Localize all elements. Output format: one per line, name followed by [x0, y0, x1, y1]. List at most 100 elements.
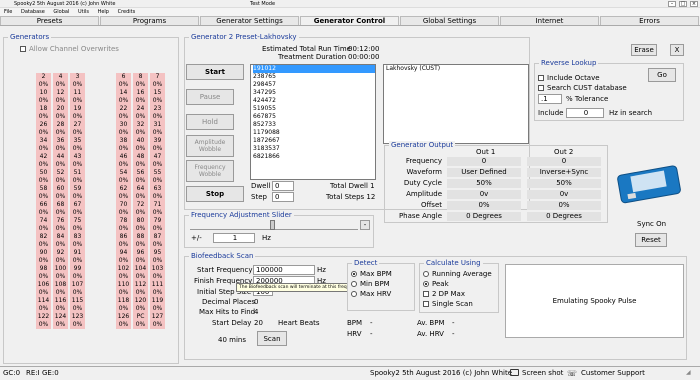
generator-number[interactable]: 46 [116, 153, 131, 161]
generator-number[interactable]: 7 [150, 73, 165, 81]
generator-progress[interactable]: 0% [150, 273, 165, 281]
generator-progress[interactable]: 0% [53, 161, 68, 169]
generator-number[interactable]: 99 [70, 265, 85, 273]
menu-database[interactable]: Database [21, 9, 45, 15]
amplitude-wobble-button[interactable]: Amplitude Wobble [186, 135, 234, 157]
generator-progress[interactable]: 0% [133, 161, 148, 169]
generator-number[interactable]: 23 [150, 105, 165, 113]
menu-file[interactable]: File [4, 9, 12, 15]
frequency-item[interactable]: 6821866 [253, 153, 375, 161]
generator-number[interactable]: 88 [133, 233, 148, 241]
generator-number[interactable]: 4 [53, 73, 68, 81]
generator-number[interactable]: 14 [116, 89, 131, 97]
frequency-item[interactable]: 298457 [253, 81, 375, 89]
menu-help[interactable]: Help [98, 9, 109, 15]
generator-number[interactable]: 70 [116, 201, 131, 209]
generator-progress[interactable]: 0% [53, 97, 68, 105]
generator-number[interactable]: 63 [150, 185, 165, 193]
generator-progress[interactable]: 0% [150, 177, 165, 185]
generator-number[interactable]: 18 [36, 105, 51, 113]
program-item[interactable]: Lakhovsky (CUST) [386, 65, 528, 73]
generator-progress[interactable]: 0% [36, 257, 51, 265]
maximize-icon[interactable]: □ [679, 1, 687, 7]
generator-progress[interactable]: 0% [116, 241, 131, 249]
pause-button[interactable]: Pause [186, 89, 234, 105]
slider-step-button[interactable]: - [360, 220, 370, 230]
generator-number[interactable]: 94 [116, 249, 131, 257]
generator-progress[interactable]: 0% [150, 209, 165, 217]
frequency-item[interactable]: 191012 [253, 65, 375, 73]
generator-progress[interactable]: 0% [150, 145, 165, 153]
generator-number[interactable]: 76 [53, 217, 68, 225]
frequency-list[interactable]: 191012 238765 298457 347295 424472 519055 6678… [250, 64, 376, 180]
generator-number[interactable]: 50 [36, 169, 51, 177]
generator-progress[interactable]: 0% [53, 273, 68, 281]
screenshot-button[interactable]: Screen shot [522, 367, 563, 379]
generator-number[interactable]: 39 [150, 137, 165, 145]
hold-button[interactable]: Hold [186, 114, 234, 130]
generator-progress[interactable]: 0% [150, 129, 165, 137]
generator-progress[interactable]: 0% [36, 305, 51, 313]
generator-progress[interactable]: 0% [36, 129, 51, 137]
generator-number[interactable]: 122 [36, 313, 51, 321]
generator-number[interactable]: 72 [133, 201, 148, 209]
generator-progress[interactable]: 0% [150, 257, 165, 265]
frequency-item[interactable]: 667875 [253, 113, 375, 121]
generator-progress[interactable]: 0% [133, 113, 148, 121]
tab-global-settings[interactable]: Global Settings [400, 16, 499, 25]
generator-progress[interactable]: 0% [150, 289, 165, 297]
generator-number[interactable]: 86 [116, 233, 131, 241]
generator-progress[interactable]: 0% [116, 81, 131, 89]
freq-step-input[interactable]: 1 [213, 233, 255, 243]
generator-number[interactable]: 52 [53, 169, 68, 177]
generator-number[interactable]: 27 [70, 121, 85, 129]
generator-number[interactable]: 75 [70, 217, 85, 225]
generator-number[interactable]: 91 [70, 249, 85, 257]
generator-progress[interactable]: 0% [116, 113, 131, 121]
generator-progress[interactable]: 0% [36, 97, 51, 105]
scan-button[interactable]: Scan [257, 331, 287, 346]
generator-progress[interactable]: 0% [133, 321, 148, 329]
detect-min-bpm[interactable]: Min BPM [351, 280, 390, 289]
go-button[interactable]: Go [648, 68, 676, 82]
generator-number[interactable]: 103 [150, 265, 165, 273]
generator-number[interactable]: 10 [36, 89, 51, 97]
frequency-item[interactable]: 1872667 [253, 137, 375, 145]
generator-number[interactable]: 92 [53, 249, 68, 257]
generator-number[interactable]: 38 [116, 137, 131, 145]
generator-progress[interactable]: 0% [150, 305, 165, 313]
generator-progress[interactable]: 0% [70, 225, 85, 233]
generator-progress[interactable]: 0% [36, 209, 51, 217]
menu-credits[interactable]: Credits [118, 9, 136, 15]
generator-number[interactable]: 80 [133, 217, 148, 225]
generator-number[interactable]: 71 [150, 201, 165, 209]
generator-progress[interactable]: 0% [36, 145, 51, 153]
generator-number[interactable]: 55 [150, 169, 165, 177]
tab-errors[interactable]: Errors [600, 16, 699, 25]
generator-number[interactable]: 12 [53, 89, 68, 97]
generator-progress[interactable]: 0% [70, 145, 85, 153]
tab-programs[interactable]: Programs [100, 16, 199, 25]
generator-progress[interactable]: 0% [36, 81, 51, 89]
generator-number[interactable]: 87 [150, 233, 165, 241]
detect-max-bpm[interactable]: Max BPM [351, 270, 392, 279]
generator-progress[interactable]: 0% [70, 273, 85, 281]
frequency-item[interactable]: 852733 [253, 121, 375, 129]
generator-progress[interactable]: 0% [36, 241, 51, 249]
generator-progress[interactable]: 0% [116, 305, 131, 313]
generator-number[interactable]: 2 [36, 73, 51, 81]
generator-number[interactable]: 107 [70, 281, 85, 289]
generator-number[interactable]: 110 [116, 281, 131, 289]
generator-progress[interactable]: 0% [133, 273, 148, 281]
generator-number[interactable]: 66 [36, 201, 51, 209]
generator-progress[interactable]: 0% [116, 289, 131, 297]
generator-progress[interactable]: 0% [53, 177, 68, 185]
generator-number[interactable]: 28 [53, 121, 68, 129]
generator-progress[interactable]: 0% [133, 289, 148, 297]
generator-progress[interactable]: 0% [70, 129, 85, 137]
slider-thumb[interactable] [270, 220, 275, 230]
menu-utils[interactable]: Utils [78, 9, 89, 15]
generator-progress[interactable]: 0% [53, 321, 68, 329]
generator-number[interactable]: 44 [53, 153, 68, 161]
generator-progress[interactable]: 0% [150, 225, 165, 233]
